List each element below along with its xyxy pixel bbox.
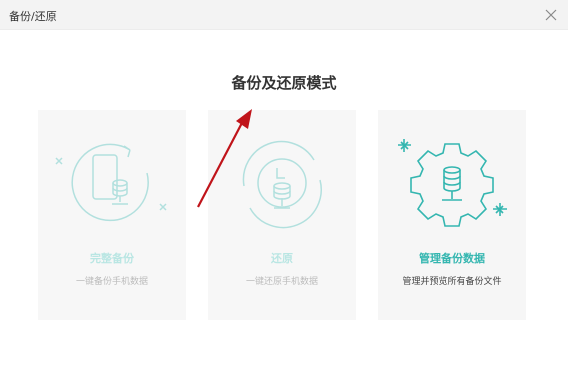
card-label: 还原 bbox=[271, 252, 293, 265]
card-label: 管理备份数据 bbox=[419, 252, 485, 265]
card-label: 完整备份 bbox=[90, 252, 134, 265]
title-bar: 备份/还原 bbox=[0, 0, 568, 30]
phone-backup-icon bbox=[55, 143, 167, 222]
gear-database-icon bbox=[398, 139, 507, 227]
page-title: 备份及还原模式 bbox=[231, 74, 337, 92]
card-description: 管理并预览所有备份文件 bbox=[402, 277, 502, 287]
manage-backup-card[interactable]: 管理备份数据 管理并预览所有备份文件 bbox=[378, 110, 526, 320]
window-title: 备份/还原 bbox=[9, 10, 57, 23]
card-description: 一键备份手机数据 bbox=[75, 277, 148, 287]
restore-icon bbox=[242, 140, 322, 229]
full-backup-card[interactable]: 完整备份 一键备份手机数据 bbox=[38, 110, 186, 320]
restore-card[interactable]: 还原 一键还原手机数据 bbox=[208, 110, 356, 320]
close-icon[interactable] bbox=[544, 8, 558, 22]
card-description: 一键还原手机数据 bbox=[245, 277, 318, 287]
